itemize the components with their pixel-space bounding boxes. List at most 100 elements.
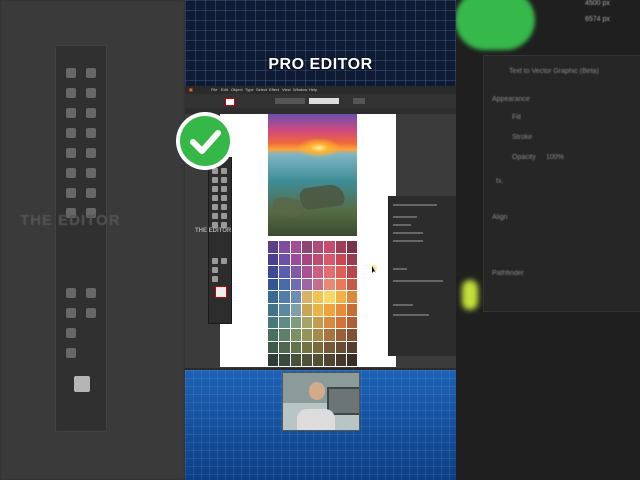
color-swatch[interactable]: [279, 304, 290, 316]
color-swatch[interactable]: [335, 291, 346, 303]
color-swatch[interactable]: [268, 241, 279, 253]
menu-file[interactable]: File: [211, 87, 217, 92]
color-swatch[interactable]: [313, 316, 324, 329]
color-swatch[interactable]: [279, 241, 290, 253]
color-swatch[interactable]: [335, 304, 346, 316]
color-swatch[interactable]: [301, 354, 312, 366]
color-swatch[interactable]: [313, 341, 324, 354]
color-swatch[interactable]: [290, 329, 301, 341]
color-swatch[interactable]: [346, 329, 357, 341]
brush-tool-icon[interactable]: [221, 195, 227, 201]
color-swatch[interactable]: [346, 304, 357, 316]
color-swatch[interactable]: [279, 266, 290, 278]
color-swatch[interactable]: [301, 341, 312, 354]
color-swatch[interactable]: [324, 316, 335, 329]
color-swatch[interactable]: [290, 253, 301, 266]
color-swatch[interactable]: [335, 316, 346, 329]
color-swatch[interactable]: [313, 329, 324, 341]
fill-stroke-tool-icon[interactable]: [215, 286, 227, 298]
color-swatch[interactable]: [279, 316, 290, 329]
color-swatch[interactable]: [301, 253, 312, 266]
color-swatch[interactable]: [335, 241, 346, 253]
menu-help[interactable]: Help: [309, 87, 317, 92]
fill-swatch[interactable]: [225, 98, 235, 106]
color-swatch[interactable]: [279, 341, 290, 354]
color-swatch[interactable]: [268, 304, 279, 316]
color-swatch[interactable]: [301, 316, 312, 329]
color-swatch[interactable]: [301, 241, 312, 253]
menu-object[interactable]: Object: [231, 87, 243, 92]
color-swatch[interactable]: [346, 253, 357, 266]
color-swatch[interactable]: [290, 266, 301, 278]
color-swatch[interactable]: [335, 329, 346, 341]
color-swatch[interactable]: [313, 253, 324, 266]
color-swatch[interactable]: [290, 278, 301, 291]
color-swatch[interactable]: [290, 316, 301, 329]
color-swatch[interactable]: [324, 278, 335, 291]
menu-view[interactable]: View: [282, 87, 291, 92]
color-swatch[interactable]: [268, 278, 279, 291]
color-swatch[interactable]: [290, 354, 301, 366]
opacity-row[interactable]: [393, 240, 423, 242]
color-swatch[interactable]: [335, 341, 346, 354]
color-swatch[interactable]: [313, 266, 324, 278]
color-swatch[interactable]: [290, 291, 301, 303]
color-swatch[interactable]: [290, 241, 301, 253]
color-swatch[interactable]: [313, 304, 324, 316]
stroke-field[interactable]: [275, 98, 305, 104]
color-swatch[interactable]: [301, 291, 312, 303]
color-swatch[interactable]: [301, 278, 312, 291]
color-swatch[interactable]: [324, 266, 335, 278]
color-swatch[interactable]: [324, 291, 335, 303]
rotate-tool-icon[interactable]: [212, 213, 218, 219]
color-swatch[interactable]: [268, 266, 279, 278]
color-swatch[interactable]: [324, 329, 335, 341]
color-swatch[interactable]: [279, 354, 290, 366]
color-swatch[interactable]: [346, 341, 357, 354]
color-swatch[interactable]: [324, 241, 335, 253]
color-swatch[interactable]: [290, 304, 301, 316]
color-swatch[interactable]: [313, 241, 324, 253]
fill-row[interactable]: [393, 224, 411, 226]
color-swatch-grid[interactable]: [268, 241, 357, 366]
align-buttons[interactable]: [393, 280, 443, 282]
color-swatch[interactable]: [335, 278, 346, 291]
color-swatch[interactable]: [268, 253, 279, 266]
color-swatch[interactable]: [268, 316, 279, 329]
color-swatch[interactable]: [346, 291, 357, 303]
color-swatch[interactable]: [335, 266, 346, 278]
color-swatch[interactable]: [279, 329, 290, 341]
color-swatch[interactable]: [268, 341, 279, 354]
zoom-tool-icon[interactable]: [212, 276, 218, 282]
menu-type[interactable]: Type: [245, 87, 254, 92]
color-swatch[interactable]: [324, 354, 335, 366]
artboard-tool-icon[interactable]: [221, 258, 227, 264]
rectangle-tool-icon[interactable]: [212, 195, 218, 201]
color-swatch[interactable]: [324, 341, 335, 354]
color-swatch[interactable]: [335, 354, 346, 366]
color-swatch[interactable]: [313, 278, 324, 291]
pen-tool-icon[interactable]: [212, 177, 218, 183]
pencil-tool-icon[interactable]: [212, 204, 218, 210]
type-tool-icon[interactable]: [212, 186, 218, 192]
color-swatch[interactable]: [313, 291, 324, 303]
brush-field[interactable]: [309, 98, 339, 104]
color-swatch[interactable]: [301, 304, 312, 316]
color-swatch[interactable]: [346, 266, 357, 278]
pathfinder-buttons[interactable]: [393, 314, 429, 316]
color-swatch[interactable]: [268, 354, 279, 366]
menu-window[interactable]: Window: [293, 87, 307, 92]
color-swatch[interactable]: [268, 291, 279, 303]
menu-effect[interactable]: Effect: [269, 87, 279, 92]
color-swatch[interactable]: [301, 329, 312, 341]
curvature-tool-icon[interactable]: [221, 177, 227, 183]
hand-tool-icon[interactable]: [212, 267, 218, 273]
direct-selection-tool-icon[interactable]: [221, 168, 227, 174]
color-swatch[interactable]: [335, 253, 346, 266]
graph-tool-icon[interactable]: [212, 258, 218, 264]
color-swatch[interactable]: [268, 329, 279, 341]
scale-tool-icon[interactable]: [221, 213, 227, 219]
eraser-tool-icon[interactable]: [221, 204, 227, 210]
color-swatch[interactable]: [324, 253, 335, 266]
color-swatch[interactable]: [346, 241, 357, 253]
